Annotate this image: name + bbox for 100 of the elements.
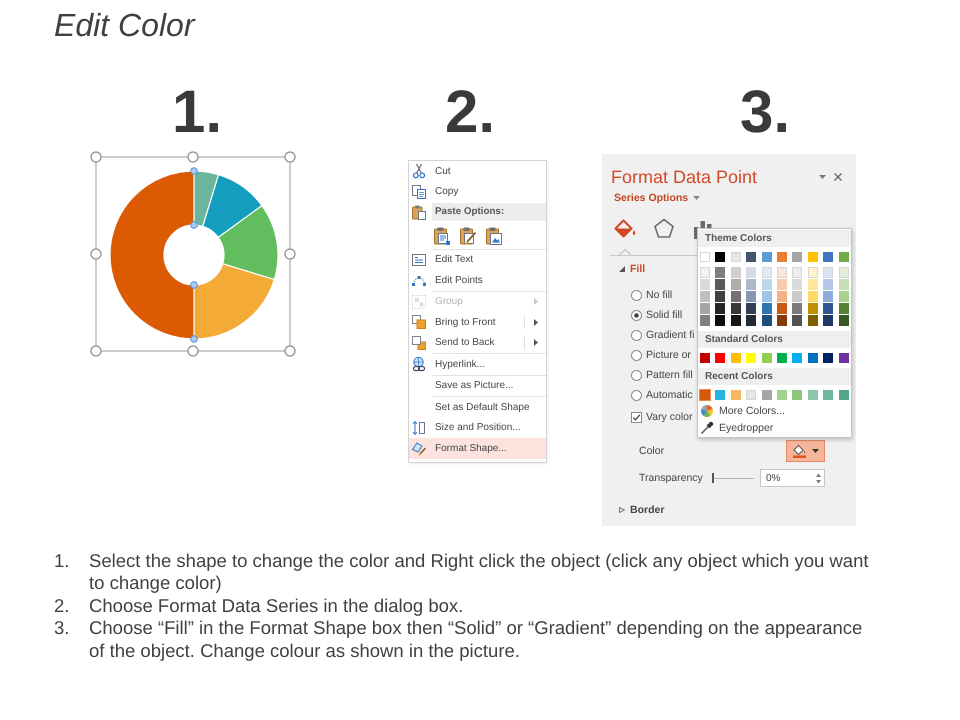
menu-item[interactable]: Bring to Front [409, 312, 546, 332]
color-swatch[interactable] [762, 303, 772, 314]
section-header[interactable]: Fill [619, 261, 646, 277]
color-swatch[interactable] [715, 267, 726, 278]
menu-item[interactable]: Cut [409, 161, 546, 182]
menu-item[interactable]: More Colors... [698, 402, 785, 420]
series-options-dropdown[interactable]: Series Options [614, 190, 700, 206]
color-swatch[interactable] [700, 303, 710, 314]
color-swatch[interactable] [823, 303, 834, 314]
color-swatch[interactable] [715, 303, 726, 314]
menu-item[interactable]: Hyperlink... [409, 354, 546, 374]
color-swatch[interactable] [776, 315, 787, 326]
color-swatch[interactable] [823, 315, 834, 326]
color-swatch[interactable] [776, 252, 787, 262]
color-swatch[interactable] [838, 353, 849, 363]
color-swatch[interactable] [792, 315, 802, 326]
color-swatch[interactable] [823, 252, 834, 262]
color-swatch[interactable] [762, 267, 772, 278]
color-swatch[interactable] [700, 315, 710, 326]
color-swatch[interactable] [776, 390, 787, 400]
color-swatch[interactable] [792, 252, 802, 262]
radio-option[interactable]: Picture or [631, 345, 691, 365]
color-swatch[interactable] [746, 303, 756, 314]
color-swatch[interactable] [776, 353, 787, 363]
color-swatch[interactable] [838, 303, 849, 314]
color-swatch[interactable] [823, 279, 834, 290]
color-swatch[interactable] [792, 390, 802, 400]
input-field[interactable]: 0% [760, 469, 825, 487]
color-swatch[interactable] [700, 353, 710, 363]
resize-handle[interactable] [187, 345, 199, 357]
color-swatch[interactable] [808, 390, 818, 400]
spinner-icon[interactable] [816, 472, 821, 484]
radio-option[interactable]: Automatic [631, 385, 693, 405]
radio-option[interactable]: No fill [631, 285, 672, 305]
menu-item[interactable]: Send to Back [409, 332, 546, 353]
color-swatch[interactable] [715, 291, 726, 302]
color-swatch[interactable] [838, 267, 849, 278]
color-swatch[interactable] [776, 291, 787, 302]
color-swatch[interactable] [808, 353, 818, 363]
color-swatch[interactable] [762, 252, 772, 262]
color-swatch[interactable] [762, 353, 772, 363]
color-swatch[interactable] [776, 303, 787, 314]
color-swatch[interactable] [762, 315, 772, 326]
color-swatch[interactable] [746, 291, 756, 302]
point-handle[interactable] [190, 281, 198, 289]
resize-handle[interactable] [90, 248, 102, 260]
color-swatch[interactable] [776, 279, 787, 290]
close-icon[interactable] [834, 173, 842, 181]
section-header[interactable]: Border [619, 502, 664, 518]
color-swatch[interactable] [715, 353, 726, 363]
color-swatch[interactable] [838, 252, 849, 262]
menu-item[interactable]: Save as Picture... [409, 376, 546, 396]
radio-option[interactable]: Solid fill [631, 305, 682, 325]
checkbox-option[interactable]: Vary color [631, 407, 692, 427]
menu-item[interactable]: Edit Text [409, 250, 546, 270]
color-swatch[interactable] [730, 353, 741, 363]
color-swatch[interactable] [700, 279, 710, 290]
color-button[interactable] [786, 440, 825, 462]
color-swatch[interactable] [776, 267, 787, 278]
menu-item[interactable]: Size and Position... [409, 418, 546, 438]
caret-icon[interactable] [819, 175, 826, 179]
color-swatch[interactable] [792, 279, 802, 290]
color-swatch[interactable] [808, 303, 818, 314]
clipboard-picture-icon[interactable] [485, 226, 503, 246]
resize-handle[interactable] [284, 248, 296, 260]
color-swatch[interactable] [792, 291, 802, 302]
color-swatch[interactable] [823, 267, 834, 278]
color-swatch[interactable] [838, 315, 849, 326]
color-swatch[interactable] [808, 315, 818, 326]
color-swatch[interactable] [700, 252, 710, 262]
color-swatch[interactable] [746, 252, 756, 262]
resize-handle[interactable] [90, 345, 102, 357]
color-swatch[interactable] [700, 291, 710, 302]
color-swatch[interactable] [730, 303, 741, 314]
color-swatch[interactable] [762, 291, 772, 302]
resize-handle[interactable] [187, 151, 199, 163]
menu-item[interactable]: Edit Points [409, 270, 546, 290]
resize-handle[interactable] [284, 151, 296, 163]
color-swatch[interactable] [746, 353, 756, 363]
color-swatch[interactable] [838, 390, 849, 400]
point-handle[interactable] [190, 221, 198, 229]
color-swatch[interactable] [792, 353, 802, 363]
resize-handle[interactable] [90, 151, 102, 163]
color-swatch[interactable] [762, 390, 772, 400]
color-swatch[interactable] [746, 279, 756, 290]
clipboard-brush-icon[interactable] [459, 226, 477, 246]
color-swatch[interactable] [792, 303, 802, 314]
color-swatch[interactable] [730, 267, 741, 278]
resize-handle[interactable] [284, 345, 296, 357]
color-swatch[interactable] [792, 267, 802, 278]
menu-item[interactable]: Set as Default Shape [409, 397, 546, 418]
format-tab[interactable] [612, 217, 638, 255]
point-handle[interactable] [190, 167, 198, 175]
radio-option[interactable]: Pattern fill [631, 365, 693, 385]
color-swatch[interactable] [823, 390, 834, 400]
color-swatch[interactable] [700, 267, 710, 278]
color-swatch[interactable] [730, 315, 741, 326]
menu-item[interactable]: Format Shape... [409, 438, 546, 458]
radio-option[interactable]: Gradient fi [631, 325, 694, 345]
clipboard-document-icon[interactable] [433, 226, 451, 246]
